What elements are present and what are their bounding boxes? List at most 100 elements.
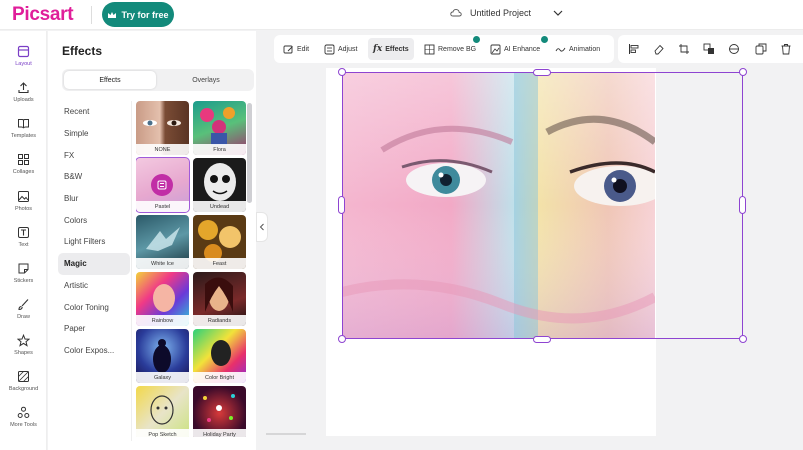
tab-overlays[interactable]: Overlays — [160, 71, 252, 89]
rail-item-collages[interactable]: Collages — [0, 151, 47, 185]
rail-item-templates[interactable]: Templates — [0, 115, 47, 149]
collages-icon — [18, 154, 29, 165]
edit-effect-badge[interactable] — [151, 174, 173, 196]
chevron-down-icon[interactable] — [553, 9, 563, 17]
effect-thumb-undead[interactable]: Undead — [193, 158, 246, 212]
resize-handle-top[interactable] — [533, 69, 551, 76]
category-list: Recent Simple FX B&W Blur Colors Light F… — [58, 101, 130, 361]
resize-handle-left[interactable] — [338, 196, 345, 214]
adjust-label: Adjust — [338, 45, 358, 53]
edit-label: Edit — [297, 45, 310, 53]
background-icon — [18, 371, 29, 382]
more-tools-icon — [17, 406, 30, 418]
effect-thumb-galaxy[interactable]: Galaxy — [136, 329, 189, 383]
rail-label: More Tools — [10, 422, 37, 428]
top-bar: Picsart Try for free Untitled Project — [0, 0, 803, 30]
tab-effects[interactable]: Effects — [64, 71, 156, 89]
thumb-label: Undead — [193, 201, 246, 212]
duplicate-icon[interactable] — [755, 43, 767, 55]
category-light-filters[interactable]: Light Filters — [58, 231, 130, 253]
remove-bg-icon — [424, 44, 435, 54]
effect-thumb-feast[interactable]: Feast — [193, 215, 246, 269]
rail-item-photos[interactable]: Photos — [0, 188, 47, 222]
align-icon[interactable] — [628, 43, 640, 55]
rail-item-shapes[interactable]: Shapes — [0, 332, 47, 366]
ai-enhance-label: AI Enhance — [504, 45, 541, 53]
adjust-button[interactable]: Adjust — [319, 38, 362, 60]
rail-label: Collages — [12, 169, 35, 175]
effects-overlays-toggle: Effects Overlays — [62, 69, 254, 91]
category-paper[interactable]: Paper — [58, 318, 130, 340]
try-for-free-button[interactable]: Try for free — [102, 2, 174, 27]
category-fx[interactable]: FX — [58, 144, 130, 166]
category-simple[interactable]: Simple — [58, 123, 130, 145]
replace-icon[interactable] — [703, 43, 715, 55]
thumb-label: Rainbow — [136, 315, 189, 326]
category-bw[interactable]: B&W — [58, 166, 130, 188]
effect-thumb-color-bright[interactable]: Color Bright — [193, 329, 246, 383]
effect-thumbnails: NONE Flora Pastel Undead White Ice Feast… — [136, 101, 246, 437]
selection-box[interactable] — [342, 72, 743, 339]
ai-enhance-icon — [490, 44, 501, 54]
eraser-icon[interactable] — [653, 43, 665, 55]
category-color-toning[interactable]: Color Toning — [58, 296, 130, 318]
category-colors[interactable]: Colors — [58, 209, 130, 231]
effect-thumb-white-ice[interactable]: White Ice — [136, 215, 189, 269]
rail-label: Stickers — [13, 278, 34, 284]
cloud-icon — [450, 9, 462, 17]
effect-thumb-flora[interactable]: Flora — [193, 101, 246, 155]
category-blur[interactable]: Blur — [58, 188, 130, 210]
ai-enhance-button[interactable]: AI Enhance — [485, 36, 548, 60]
resize-handle-bottom-right[interactable] — [739, 335, 747, 343]
rail-item-text[interactable]: Text — [0, 224, 47, 258]
text-icon — [18, 227, 29, 238]
category-recent[interactable]: Recent — [58, 101, 130, 123]
resize-handle-right[interactable] — [739, 196, 746, 214]
effect-thumb-holiday-party[interactable]: Holiday Party — [193, 386, 246, 437]
photos-icon — [18, 191, 29, 202]
thumb-label: Feast — [193, 258, 246, 269]
flip-icon[interactable] — [728, 43, 740, 55]
effect-thumb-rainbow[interactable]: Rainbow — [136, 272, 189, 326]
effect-thumb-pastel[interactable]: Pastel — [136, 157, 190, 213]
settings-sliders-icon — [157, 180, 167, 190]
animation-button[interactable]: Animation — [550, 38, 605, 60]
rail-item-draw[interactable]: Draw — [0, 296, 47, 330]
rail-item-background[interactable]: Background — [0, 368, 47, 402]
category-artistic[interactable]: Artistic — [58, 275, 130, 297]
effects-panel: Effects Effects Overlays Recent Simple F… — [48, 31, 256, 450]
resize-handle-bottom-left[interactable] — [338, 335, 346, 343]
thumb-label: Pop Sketch — [136, 429, 189, 437]
effect-thumb-pop-sketch[interactable]: Pop Sketch — [136, 386, 189, 437]
rail-item-more-tools[interactable]: More Tools — [0, 404, 47, 438]
delete-icon[interactable] — [780, 43, 792, 55]
zoom-controls[interactable] — [262, 430, 310, 438]
rail-item-layout[interactable]: Layout — [0, 43, 47, 77]
project-title-menu[interactable]: Untitled Project — [450, 8, 563, 18]
edit-button[interactable]: Edit — [278, 38, 314, 60]
thumb-label: White Ice — [136, 258, 189, 269]
picsart-logo[interactable]: Picsart — [12, 4, 74, 26]
remove-bg-button[interactable]: Remove BG — [419, 36, 481, 60]
stickers-icon — [18, 263, 29, 274]
rail-label: Templates — [10, 133, 37, 139]
rail-item-stickers[interactable]: Stickers — [0, 260, 47, 294]
premium-badge — [473, 36, 480, 43]
resize-handle-bottom[interactable] — [533, 336, 551, 343]
shapes-icon — [17, 334, 30, 347]
effect-thumb-radiands[interactable]: Radiands — [193, 272, 246, 326]
category-magic[interactable]: Magic — [58, 252, 130, 275]
effects-button[interactable]: fx Effects — [368, 38, 414, 60]
collapse-panel-button[interactable] — [256, 212, 268, 242]
premium-badge — [541, 36, 548, 43]
resize-handle-top-left[interactable] — [338, 68, 346, 76]
panel-scrollbar[interactable] — [247, 103, 252, 203]
animation-label: Animation — [569, 45, 601, 53]
crop-icon[interactable] — [678, 43, 690, 55]
resize-handle-top-right[interactable] — [739, 68, 747, 76]
effect-thumb-none[interactable]: NONE — [136, 101, 189, 155]
crown-icon — [108, 11, 117, 18]
category-color-exposure[interactable]: Color Expos... — [58, 340, 130, 362]
rail-item-uploads[interactable]: Uploads — [0, 79, 47, 113]
edit-icon — [283, 45, 293, 53]
